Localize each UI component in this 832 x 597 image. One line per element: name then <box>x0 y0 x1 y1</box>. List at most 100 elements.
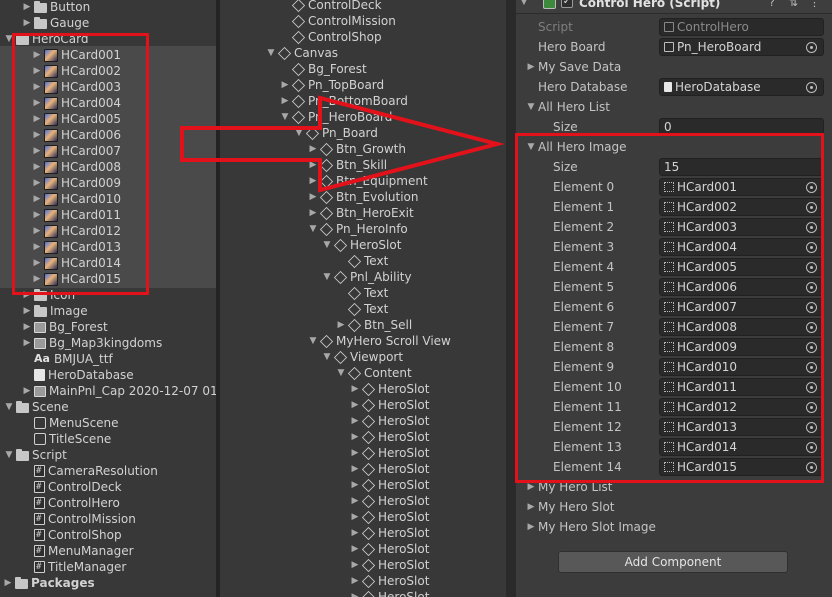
object-picker-icon[interactable] <box>806 422 817 433</box>
collapse-arrow-icon[interactable]: ▼ <box>322 269 332 285</box>
element-object-field[interactable]: HCard003 <box>659 218 824 236</box>
project-item[interactable]: ▶ MainPnl_Cap 2020-12-07 01- <box>22 383 216 399</box>
expand-arrow-icon[interactable]: ▶ <box>350 429 360 445</box>
expand-arrow-icon[interactable]: ▶ <box>350 413 360 429</box>
hierarchy-item[interactable]: ▶ HeroSlot <box>350 573 430 589</box>
project-item[interactable]: ▶ HCard012 <box>32 223 121 239</box>
project-item[interactable]: TitleScene <box>22 431 111 447</box>
object-picker-icon[interactable] <box>806 222 817 233</box>
expand-arrow-icon[interactable]: ▶ <box>350 557 360 573</box>
element-object-field[interactable]: HCard013 <box>659 418 824 436</box>
hierarchy-item[interactable]: ▶ Btn_Skill <box>308 157 388 173</box>
hierarchy-item[interactable]: Text <box>336 285 388 301</box>
expand-arrow-icon[interactable]: ▶ <box>336 317 346 333</box>
expand-arrow-icon[interactable]: ▶ <box>32 271 42 287</box>
hierarchy-item[interactable]: ▶ Btn_HeroExit <box>308 205 414 221</box>
project-item[interactable]: ▶ HCard009 <box>32 175 121 191</box>
project-item[interactable]: ControlHero <box>22 495 120 511</box>
element-object-field[interactable]: HCard007 <box>659 298 824 316</box>
object-picker-icon[interactable] <box>806 182 817 193</box>
project-item[interactable]: ▼ HeroCard <box>4 31 89 47</box>
expand-arrow-icon[interactable]: ▶ <box>22 303 32 319</box>
project-item[interactable]: ▶ Packages <box>3 575 95 591</box>
expand-arrow-icon[interactable]: ▶ <box>350 509 360 525</box>
element-object-field[interactable]: HCard006 <box>659 278 824 296</box>
expand-arrow-icon[interactable]: ▶ <box>32 63 42 79</box>
object-picker-icon[interactable] <box>806 282 817 293</box>
project-item[interactable]: ▼ Scene <box>4 399 69 415</box>
hierarchy-item[interactable]: Text <box>336 301 388 317</box>
project-item[interactable]: ControlDeck <box>22 479 122 495</box>
collapse-arrow-icon[interactable]: ▼ <box>308 221 318 237</box>
hero-database-field[interactable]: HeroDatabase <box>659 78 824 96</box>
hierarchy-item[interactable]: ▼ Pnl_Ability <box>322 269 412 285</box>
expand-arrow-icon[interactable]: ▶ <box>32 127 42 143</box>
element-object-field[interactable]: HCard008 <box>659 318 824 336</box>
project-item[interactable]: ▶ HCard001 <box>32 47 121 63</box>
project-item[interactable]: ▶ HCard005 <box>32 111 121 127</box>
collapse-arrow-icon[interactable]: ▼ <box>322 349 332 365</box>
panel-divider[interactable] <box>506 0 516 597</box>
enabled-checkbox[interactable]: ✓ <box>561 0 573 8</box>
project-item[interactable]: ▶ HCard008 <box>32 159 121 175</box>
expand-arrow-icon[interactable]: ▶ <box>32 175 42 191</box>
hierarchy-item[interactable]: ▼ Pn_Board <box>294 125 378 141</box>
object-picker-icon[interactable] <box>806 462 817 473</box>
object-picker-icon[interactable] <box>806 262 817 273</box>
project-item[interactable]: ▶ HCard011 <box>32 207 121 223</box>
expand-arrow-icon[interactable]: ▶ <box>350 397 360 413</box>
expand-arrow-icon[interactable]: ▶ <box>32 207 42 223</box>
help-icon[interactable]: ? <box>769 0 775 9</box>
project-item[interactable]: ControlShop <box>22 527 122 543</box>
object-picker-icon[interactable] <box>806 242 817 253</box>
hierarchy-item[interactable]: ▼ Pn_HeroBoard <box>280 109 393 125</box>
expand-arrow-icon[interactable]: ▶ <box>32 143 42 159</box>
my-hero-list-row[interactable]: ▶ My Hero List <box>516 477 832 497</box>
expand-arrow-icon[interactable]: ▶ <box>350 541 360 557</box>
element-object-field[interactable]: HCard011 <box>659 378 824 396</box>
project-item[interactable]: ▶ Button <box>22 0 91 15</box>
expand-arrow-icon[interactable]: ▶ <box>32 159 42 175</box>
hierarchy-item[interactable]: ▶ Pn_TopBoard <box>280 77 385 93</box>
expand-arrow-icon[interactable]: ▶ <box>350 589 360 597</box>
object-picker-icon[interactable] <box>806 362 817 373</box>
collapse-arrow-icon[interactable]: ▼ <box>4 447 14 463</box>
object-picker-icon[interactable] <box>806 302 817 313</box>
project-item[interactable]: ▶ HCard015 <box>32 271 121 287</box>
collapse-arrow-icon[interactable]: ▼ <box>519 0 529 7</box>
hierarchy-item[interactable]: ▶ Btn_Equipment <box>308 173 428 189</box>
project-item[interactable]: HeroDatabase <box>22 367 134 383</box>
project-item[interactable]: MenuManager <box>22 543 134 559</box>
hierarchy-item[interactable]: ▶ HeroSlot <box>350 557 430 573</box>
expand-arrow-icon[interactable]: ▶ <box>308 141 318 157</box>
object-picker-icon[interactable] <box>806 442 817 453</box>
hierarchy-item[interactable]: ▼ Pn_HeroInfo <box>308 221 408 237</box>
hierarchy-item[interactable]: ▶ Pn_BottomBoard <box>280 93 408 109</box>
project-item[interactable]: CameraResolution <box>22 463 158 479</box>
expand-arrow-icon[interactable]: ▶ <box>22 15 32 31</box>
project-item[interactable]: ▶ Gauge <box>22 15 90 31</box>
collapse-arrow-icon[interactable]: ▼ <box>526 97 536 117</box>
collapse-arrow-icon[interactable]: ▼ <box>308 333 318 349</box>
hierarchy-item[interactable]: ▼ Content <box>336 365 412 381</box>
hierarchy-item[interactable]: ControlDeck <box>280 0 382 13</box>
element-object-field[interactable]: HCard014 <box>659 438 824 456</box>
expand-arrow-icon[interactable]: ▶ <box>32 111 42 127</box>
element-object-field[interactable]: HCard009 <box>659 338 824 356</box>
collapse-arrow-icon[interactable]: ▼ <box>322 237 332 253</box>
element-object-field[interactable]: HCard012 <box>659 398 824 416</box>
collapse-arrow-icon[interactable]: ▼ <box>4 31 14 47</box>
hierarchy-item[interactable]: Bg_Forest <box>280 61 367 77</box>
expand-arrow-icon[interactable]: ▶ <box>32 79 42 95</box>
expand-arrow-icon[interactable]: ▶ <box>32 223 42 239</box>
expand-arrow-icon[interactable]: ▶ <box>32 47 42 63</box>
all-hero-image-size-input[interactable]: 15 <box>659 158 824 176</box>
project-item[interactable]: ▶ HCard007 <box>32 143 121 159</box>
hierarchy-item[interactable]: Text <box>336 253 388 269</box>
expand-arrow-icon[interactable]: ▶ <box>308 157 318 173</box>
expand-arrow-icon[interactable]: ▶ <box>350 477 360 493</box>
expand-arrow-icon[interactable]: ▶ <box>350 493 360 509</box>
element-object-field[interactable]: HCard001 <box>659 178 824 196</box>
collapse-arrow-icon[interactable]: ▼ <box>280 109 290 125</box>
all-hero-list-size-input[interactable]: 0 <box>659 118 824 136</box>
